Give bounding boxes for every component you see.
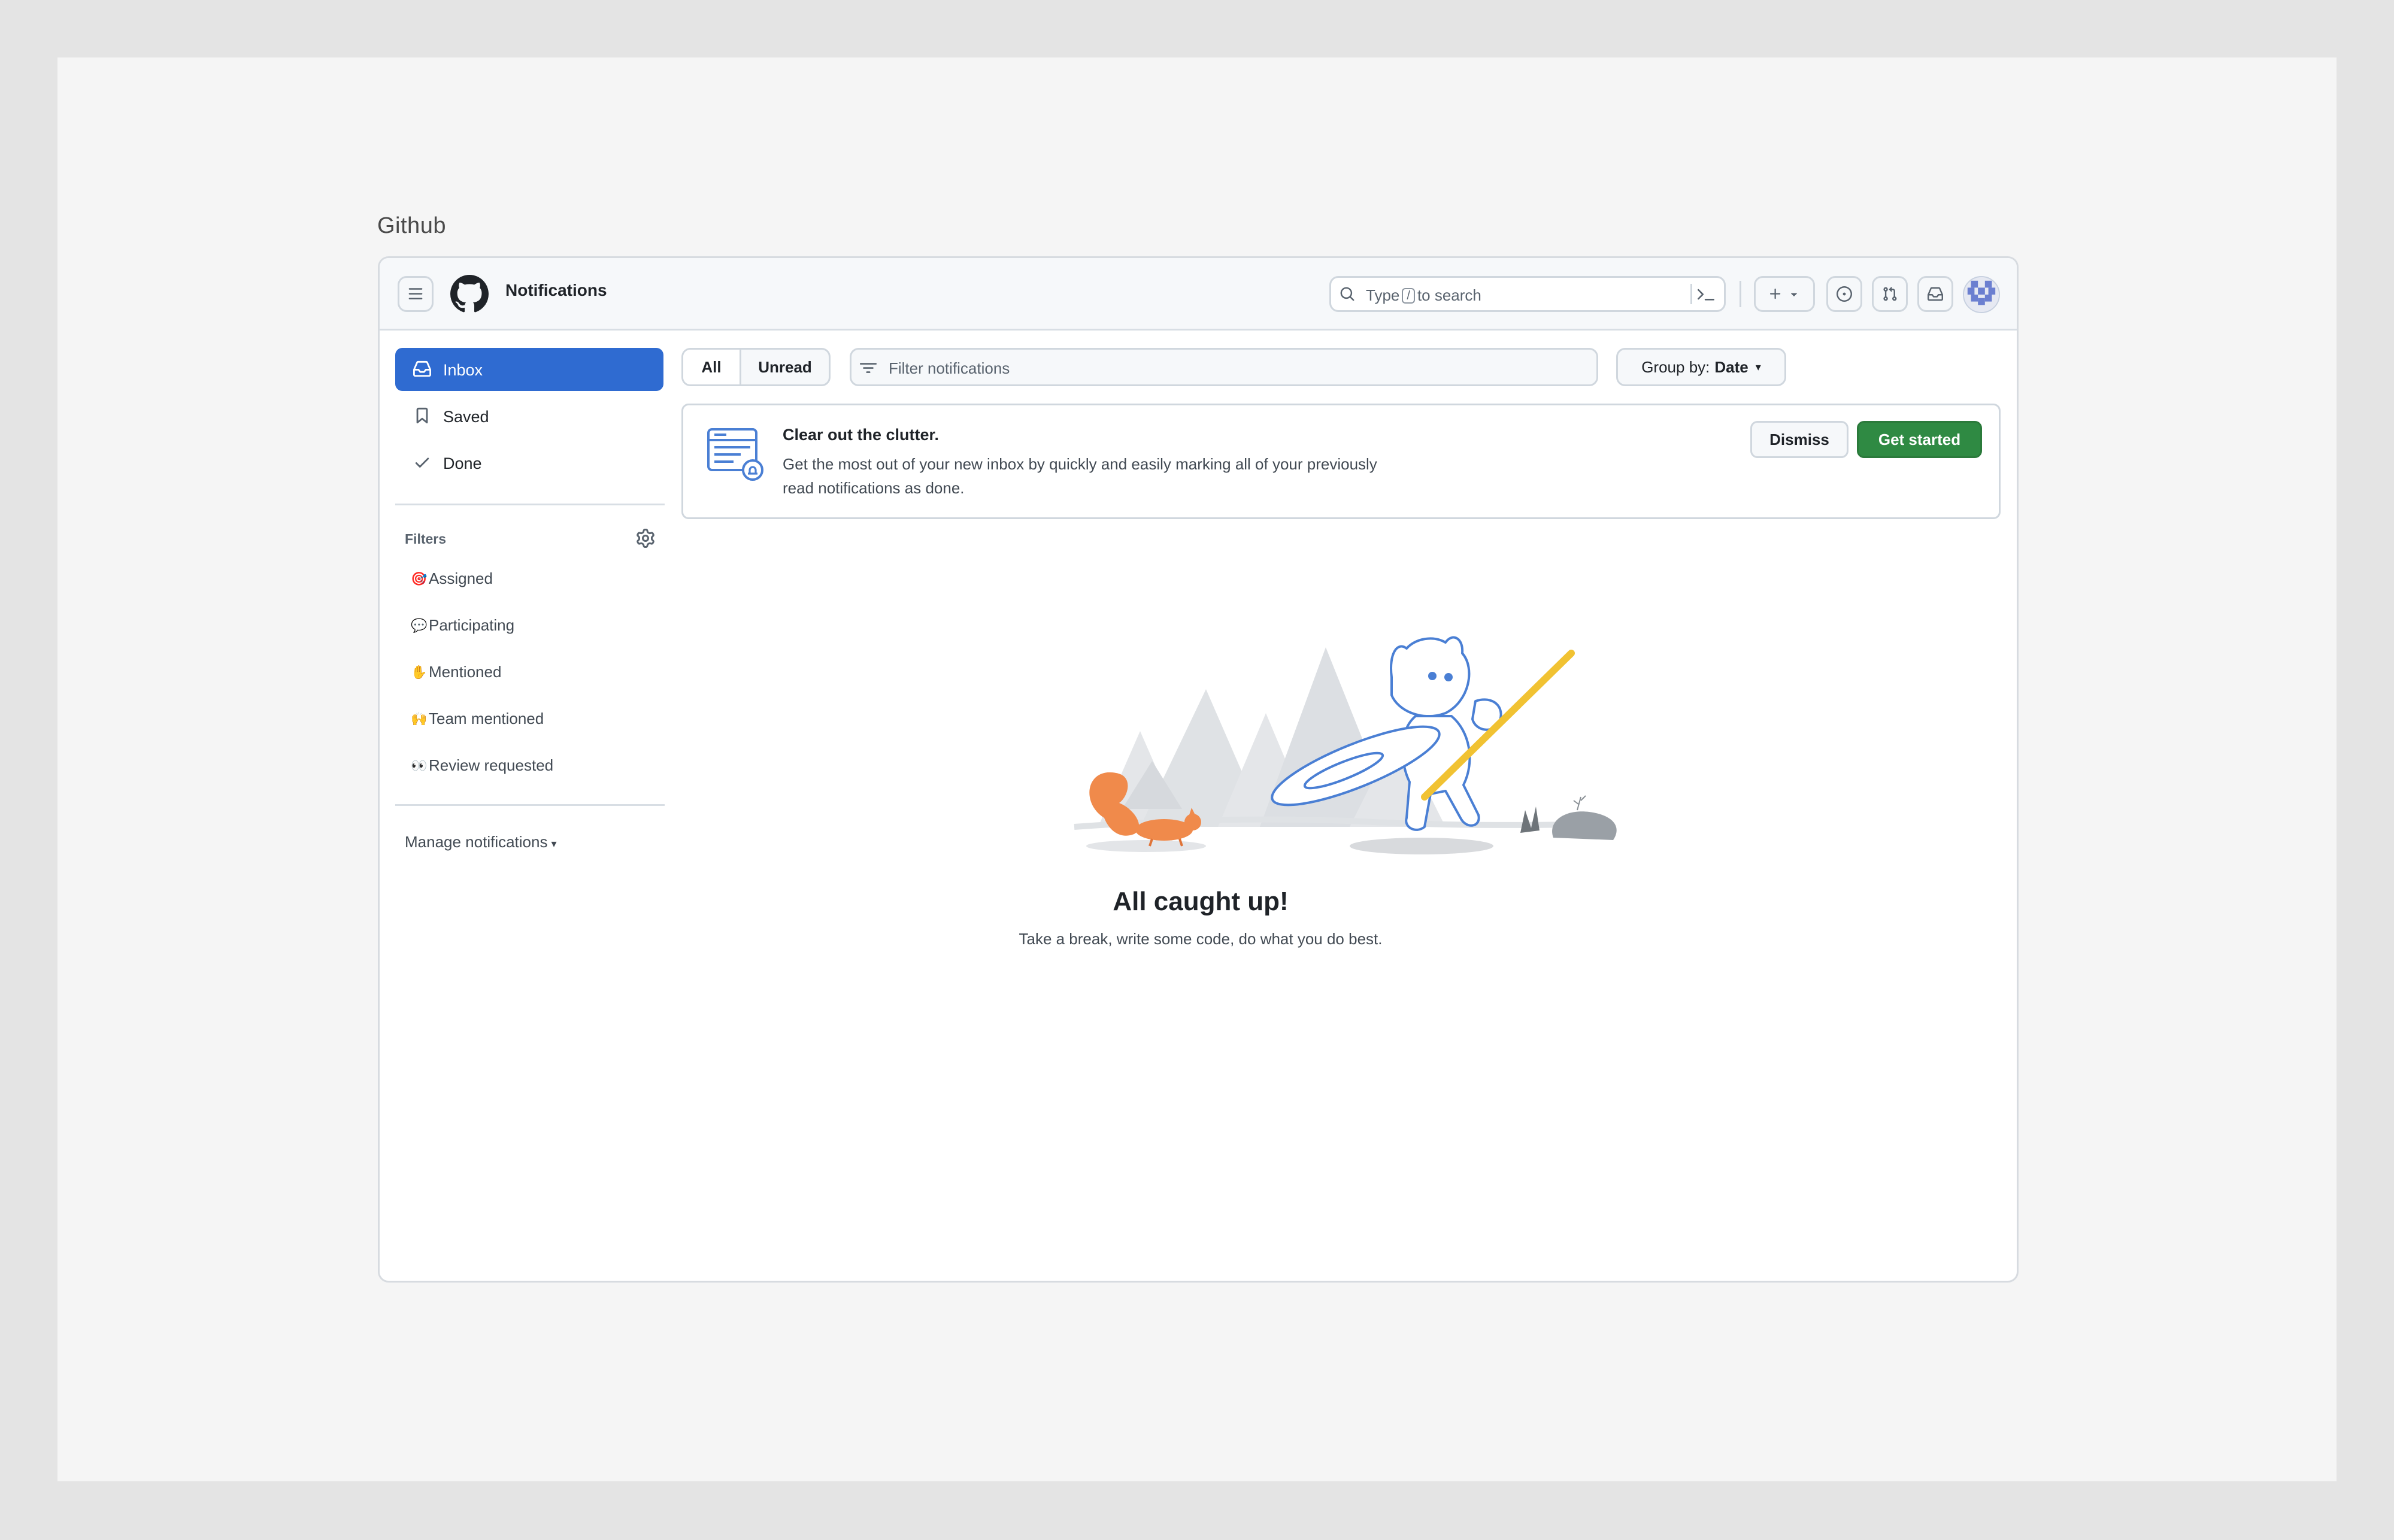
filter-assigned[interactable]: 🎯 Assigned (411, 569, 493, 588)
inbox-cleanup-icon (707, 428, 763, 481)
manage-notifications-label: Manage notifications (405, 833, 548, 851)
dismiss-button[interactable]: Dismiss (1750, 421, 1848, 458)
sidebar-divider (395, 804, 665, 806)
filter-icon (860, 363, 877, 373)
tab-all[interactable]: All (683, 350, 741, 384)
create-new-button[interactable] (1754, 276, 1815, 312)
issues-button[interactable] (1826, 276, 1862, 312)
page-title: Notifications (505, 281, 607, 299)
group-by-dropdown[interactable]: Group by: Date ▾ (1616, 348, 1786, 386)
inbox-button[interactable] (1917, 276, 1953, 312)
bookmark-icon (416, 407, 428, 424)
github-window: Notifications Type / to search Inbox Sav… (378, 256, 2019, 1283)
filter-label: Team mentioned (429, 710, 544, 727)
target-icon: 🎯 (411, 571, 428, 586)
get-started-button[interactable]: Get started (1857, 421, 1982, 458)
inbox-icon (1928, 287, 1943, 301)
eyes-icon: 👀 (411, 757, 428, 773)
tab-unread[interactable]: Unread (741, 350, 829, 384)
banner-title: Clear out the clutter. (783, 426, 940, 444)
filters-heading: Filters (405, 531, 447, 547)
page-caption: Github (377, 213, 446, 238)
triangle-down-icon (1790, 293, 1798, 296)
search-prefix: Type (1366, 286, 1400, 304)
filter-label: Mentioned (429, 663, 502, 681)
sidebar-item-label: Done (443, 454, 482, 472)
filter-placeholder: Filter notifications (889, 359, 1010, 377)
header-divider (1740, 281, 1741, 307)
banner-body: Get the most out of your new inbox by qu… (783, 455, 1377, 497)
filter-team-mentioned[interactable]: 🙌 Team mentioned (411, 710, 544, 728)
command-palette-icon[interactable] (1698, 286, 1714, 303)
all-caught-up-illustration (1074, 636, 1617, 854)
hamburger-icon (408, 288, 423, 299)
search-placeholder: Type / to search (1366, 286, 1481, 305)
read-state-toggle: All Unread (681, 348, 831, 386)
menu-button[interactable] (398, 276, 434, 312)
sidebar-item-saved[interactable]: Saved (395, 395, 663, 438)
filter-label: Review requested (429, 756, 554, 774)
empty-state-title: All caught up! (1113, 887, 1289, 916)
sidebar-divider (395, 504, 665, 505)
user-avatar[interactable] (1963, 276, 2000, 313)
pull-requests-button[interactable] (1872, 276, 1908, 312)
plus-icon (1770, 289, 1781, 299)
search-icon (1340, 287, 1354, 301)
issue-opened-icon (1837, 286, 1852, 302)
filter-review-requested[interactable]: 👀 Review requested (411, 756, 553, 775)
filter-label: Participating (429, 616, 515, 634)
sidebar-item-label: Saved (443, 408, 489, 426)
search-shortcut-key: / (1402, 288, 1415, 304)
search-divider (1690, 284, 1692, 304)
filter-notifications-input[interactable]: Filter notifications (850, 348, 1598, 386)
git-pull-request-icon (1883, 286, 1897, 301)
sidebar-item-done[interactable]: Done (395, 441, 663, 484)
search-input[interactable]: Type / to search (1329, 276, 1726, 312)
group-by-value: Date (1714, 357, 1748, 376)
empty-state-subtitle: Take a break, write some code, do what y… (1019, 930, 1383, 948)
manage-notifications-dropdown[interactable]: Manage notifications ▾ (405, 833, 557, 851)
filter-label: Assigned (429, 569, 493, 587)
group-by-label: Group by: (1641, 357, 1710, 376)
sidebar-item-label: Inbox (443, 361, 483, 379)
sidebar-item-inbox[interactable]: Inbox (395, 348, 663, 391)
search-suffix: to search (1417, 286, 1481, 304)
filter-mentioned[interactable]: ✋ Mentioned (411, 663, 501, 681)
check-icon (415, 457, 429, 468)
raised-hand-icon: ✋ (411, 664, 428, 680)
identicon-icon (1964, 277, 1999, 312)
filter-participating[interactable]: 💬 Participating (411, 616, 514, 635)
github-logo-icon[interactable] (450, 275, 489, 313)
caret-down-icon: ▾ (551, 838, 557, 850)
gear-icon[interactable] (636, 529, 655, 548)
clutter-banner: Clear out the clutter. Get the most out … (681, 404, 2001, 519)
inbox-icon (413, 360, 431, 377)
caret-down-icon: ▾ (1755, 360, 1761, 373)
app-header: Notifications Type / to search (380, 258, 2017, 331)
rock-icon (1520, 795, 1617, 840)
speech-bubble-icon: 💬 (411, 617, 428, 633)
raised-hands-icon: 🙌 (411, 711, 428, 726)
